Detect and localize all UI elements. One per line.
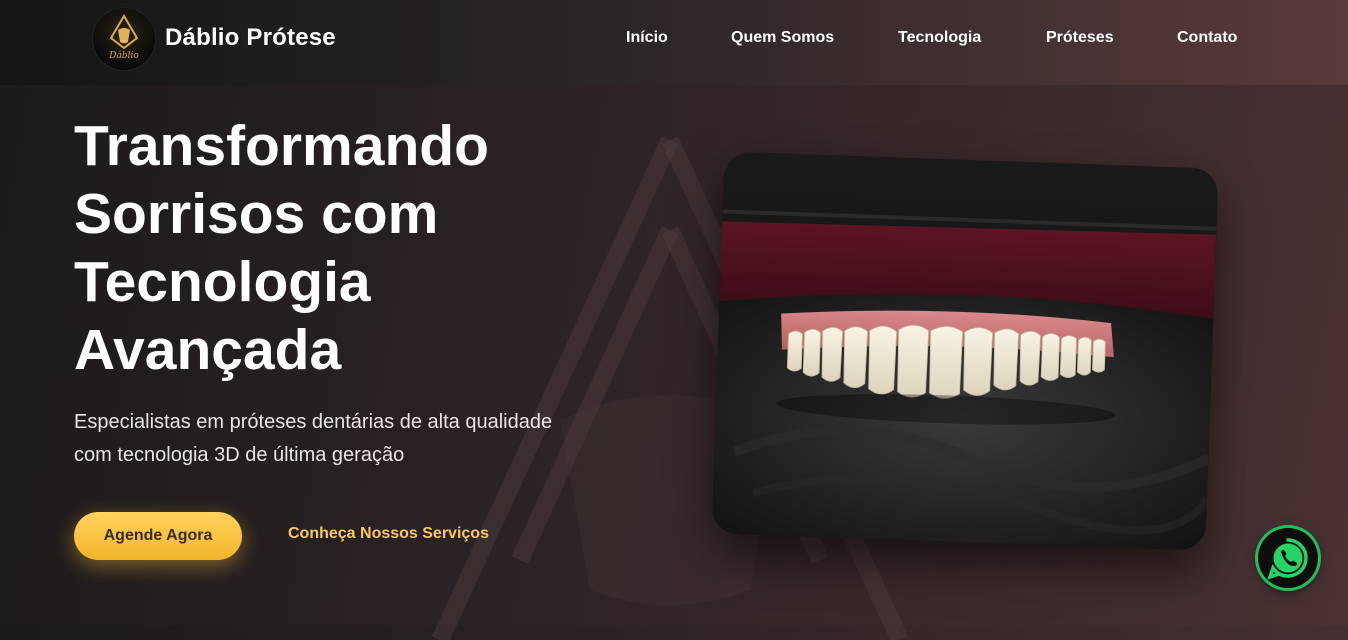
whatsapp-icon	[1267, 538, 1308, 580]
brand-name[interactable]: Dáblio Prótese	[165, 24, 336, 52]
hero-subtitle: Especialistas em próteses dentárias de a…	[74, 406, 634, 472]
nav-link-tecnologia[interactable]: Tecnologia	[898, 29, 981, 47]
nav-link-inicio[interactable]: Início	[626, 29, 668, 47]
hero-title-line: Sorrisos com	[74, 182, 439, 246]
hero-subtitle-line: Especialistas em próteses dentárias de a…	[74, 411, 553, 433]
nav-link-contato[interactable]: Contato	[1177, 29, 1237, 47]
logo-text: Dáblio	[109, 51, 139, 61]
brand-logo[interactable]: Dáblio	[93, 8, 155, 70]
nav-link-proteses[interactable]: Próteses	[1046, 29, 1114, 47]
dental-prosthesis-photo	[711, 151, 1219, 551]
nav-link-quem-somos[interactable]: Quem Somos	[731, 29, 834, 47]
hero-image	[711, 151, 1219, 551]
schedule-button[interactable]: Agende Agora	[74, 512, 242, 560]
hero-title: Transformando Sorrisos com Tecnologia Av…	[74, 112, 634, 384]
services-link[interactable]: Conheça Nossos Serviços	[288, 525, 489, 543]
hero-subtitle-line: com tecnologia 3D de última geração	[74, 444, 405, 466]
hero-title-line: Avançada	[74, 318, 342, 382]
hero-title-line: Tecnologia	[74, 250, 371, 314]
whatsapp-button[interactable]	[1258, 528, 1318, 588]
hero-title-line: Transformando	[74, 114, 489, 178]
site-header: Dáblio Dáblio Prótese Início Quem Somos …	[0, 0, 1348, 85]
